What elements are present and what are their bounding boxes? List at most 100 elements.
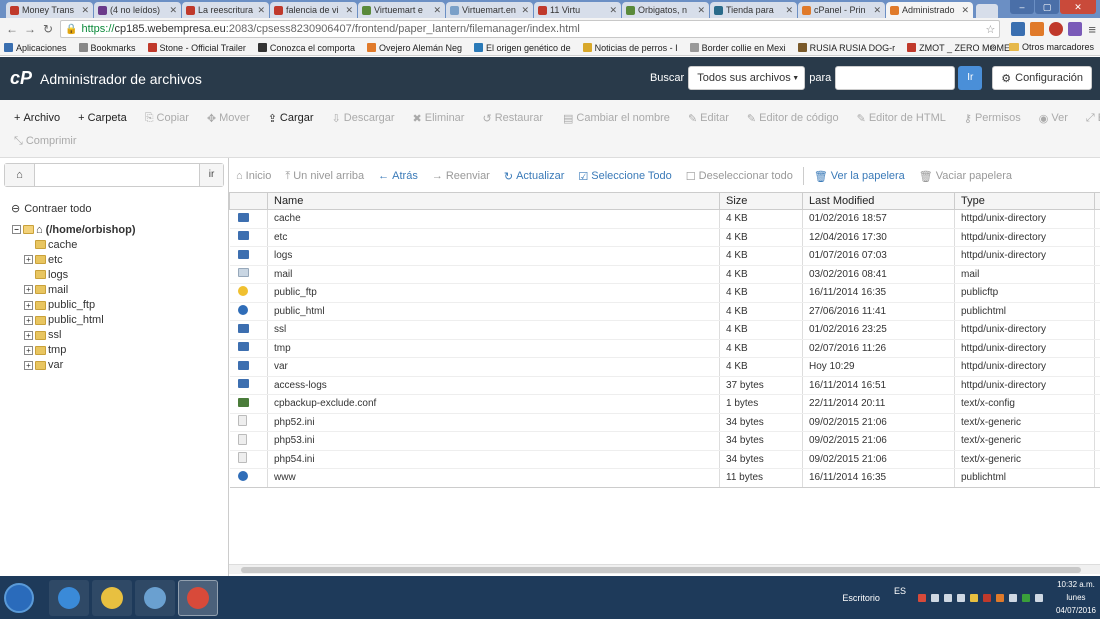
maximize-button[interactable]: ▢ [1035,0,1059,14]
tab-close-icon[interactable]: ✕ [257,5,265,16]
path-input[interactable] [35,164,199,186]
tray-icon[interactable] [969,593,978,602]
tab-close-icon[interactable]: ✕ [609,5,617,16]
toolbar-archivo-button[interactable]: + Archivo [14,112,60,124]
pinterest-icon[interactable] [1049,22,1064,36]
toolbar-comprimir-button[interactable]: ⤡ Comprimir [14,135,77,148]
tree-item-public-ftp[interactable]: + public_ftp [12,297,135,312]
column-header-modified[interactable]: Last Modified [802,192,955,210]
home-icon[interactable]: ⌂ [5,164,35,186]
file-name[interactable]: cache [267,209,720,229]
bookmarks-overflow-icon[interactable]: » [990,42,995,52]
tab-close-icon[interactable]: ✕ [785,5,793,16]
toolbar-editar-button[interactable]: ✎ Editar [688,112,729,125]
bookmark-item[interactable]: Border collie en Mexi [689,43,786,53]
nav-atr-s-button[interactable]: ← Atrás [378,170,418,182]
url-field[interactable]: 🔒 https:// cp185.webempresa.eu :2083/cps… [60,20,1001,38]
flag-icon[interactable] [943,593,952,602]
expand-icon[interactable]: + [24,255,33,265]
horizontal-scrollbar[interactable] [229,564,1100,574]
toolbar-mover-button[interactable]: ✥ Mover [207,112,250,125]
reload-icon[interactable]: ↻ [40,22,56,36]
toolbar-restaurar-button[interactable]: ↺ Restaurar [482,112,543,125]
table-row[interactable]: public_ftp4 KB16/11/2014 16:35publicftp0 [229,283,1100,303]
file-name[interactable]: ssl [267,320,720,340]
expand-icon[interactable]: + [24,360,33,370]
file-name[interactable]: public_html [267,302,720,321]
bookmark-item[interactable]: RUSIA RUSIA DOG-r [797,43,895,53]
browser-tab[interactable]: 11 Virtu ✕ [534,2,621,18]
new-tab-button[interactable] [976,4,998,18]
menu-icon[interactable]: ≡ [1088,22,1096,37]
search-go-button[interactable]: Ir [958,66,983,90]
taskbar-app-button[interactable] [92,579,132,616]
file-name[interactable]: tmp [267,339,720,358]
table-row[interactable]: php54.ini 34 bytes 09/02/2015 21:06 text/x-… [229,450,1100,469]
tree-item-var[interactable]: + var [12,358,135,373]
extension-icon[interactable] [1011,22,1026,36]
browser-tab[interactable]: cPanel - Prin ✕ [798,2,885,18]
browser-tab[interactable]: Virtuemart.en ✕ [446,2,533,18]
close-window-button[interactable]: ✕ [1060,0,1096,14]
toolbar-editor-de-c-digo-button[interactable]: ✎ Editor de código [747,112,839,125]
nav-inicio-button[interactable]: ⌂ Inicio [236,170,271,182]
toolbar-editor-de-html-button[interactable]: ✎ Editor de HTML [857,112,946,125]
file-name[interactable]: php52.ini [267,413,720,432]
nav-un-nivel-arriba-button[interactable]: ⤒ Un nivel arriba [285,170,364,183]
tab-close-icon[interactable]: ✕ [169,5,177,16]
tree-item-cache[interactable]: cache [12,237,135,252]
table-row[interactable]: www11 bytes16/11/2014 16:35publichtml0 [229,468,1100,488]
file-name[interactable]: public_ftp [267,283,720,303]
nav-actualizar-button[interactable]: ↻ Actualizar [504,170,565,183]
bookmark-item[interactable]: Ovejero Alemán Neg [366,43,462,53]
network-icon[interactable] [956,593,965,602]
nav-ver-la-papelera-button[interactable]: 🗑 Ver la papelera [814,170,905,183]
bookmark-item[interactable]: Stone - Official Trailer [147,43,246,53]
tree-item-logs[interactable]: logs [12,267,135,282]
toolbar-cambiar-el-nombre-button[interactable]: ▤ Cambiar el nombre [563,112,670,125]
file-name[interactable]: var [267,357,720,377]
browser-tab[interactable]: Tienda para ✕ [710,2,797,18]
taskbar-app-button[interactable] [49,579,89,616]
browser-tab[interactable]: (4 no leídos) ✕ [94,2,181,18]
collapse-icon[interactable]: − [12,225,21,235]
tree-item-etc[interactable]: + etc [12,252,135,267]
file-name[interactable]: cpbackup-exclude.conf [267,394,720,414]
nav-deseleccionar-todo-button[interactable]: ☐ Deseleccionar todo [686,170,793,183]
toolbar-descargar-button[interactable]: ⇩ Descargar [332,112,395,125]
file-name[interactable]: access-logs [267,376,720,395]
tree-item-public-html[interactable]: + public_html [12,313,135,328]
tree-item-mail[interactable]: + mail [12,282,135,297]
cpanel-logo[interactable]: cP [10,68,32,89]
bookmark-item[interactable]: Aplicaciones [4,43,67,53]
expand-icon[interactable]: + [24,300,33,310]
tab-close-icon[interactable]: ✕ [697,5,705,16]
column-header-permissions[interactable]: P [1094,192,1100,210]
table-row[interactable]: cache 4 KB 01/02/2016 18:57 httpd/unix-dire… [229,209,1100,229]
table-row[interactable]: php53.ini 34 bytes 09/02/2015 21:06 text/x-… [229,431,1100,451]
tab-close-icon[interactable]: ✕ [345,5,353,16]
column-header-name[interactable]: Name [267,192,720,210]
toolbar-copiar-button[interactable]: ⎘ Copiar [145,112,189,125]
table-row[interactable]: etc 4 KB 12/04/2016 17:30 httpd/unix-direct… [229,228,1100,247]
toolbar-ver-button[interactable]: ◉ Ver [1039,112,1068,125]
taskbar-app-button[interactable] [178,579,218,616]
tray-icon[interactable] [917,593,926,602]
file-name[interactable]: logs [267,246,720,266]
volume-icon[interactable] [930,593,939,602]
toolbar-extraer-button[interactable]: ⤢Extraer [1086,112,1100,125]
tray-icon[interactable] [1008,593,1017,602]
scrollbar-thumb[interactable] [241,567,1081,573]
tree-root[interactable]: − ⌂ (/home/orbishop) [12,222,135,237]
file-name[interactable]: etc [267,228,720,247]
expand-icon[interactable]: + [24,345,33,355]
table-row[interactable]: public_html 4 KB 27/06/2016 11:41 publichtm… [229,302,1100,321]
file-name[interactable]: php54.ini [267,450,720,469]
collapse-all-button[interactable]: ⊖ Contraer todo [11,202,91,216]
nav-vaciar-papelera-button[interactable]: 🗑 Vaciar papelera [919,170,1012,183]
tab-close-icon[interactable]: ✕ [961,5,969,16]
back-arrow-icon[interactable]: ← [4,22,20,36]
column-header-size[interactable]: Size [719,192,803,210]
toolbar-eliminar-button[interactable]: ✖ Eliminar [413,112,465,125]
tab-close-icon[interactable]: ✕ [433,5,441,16]
